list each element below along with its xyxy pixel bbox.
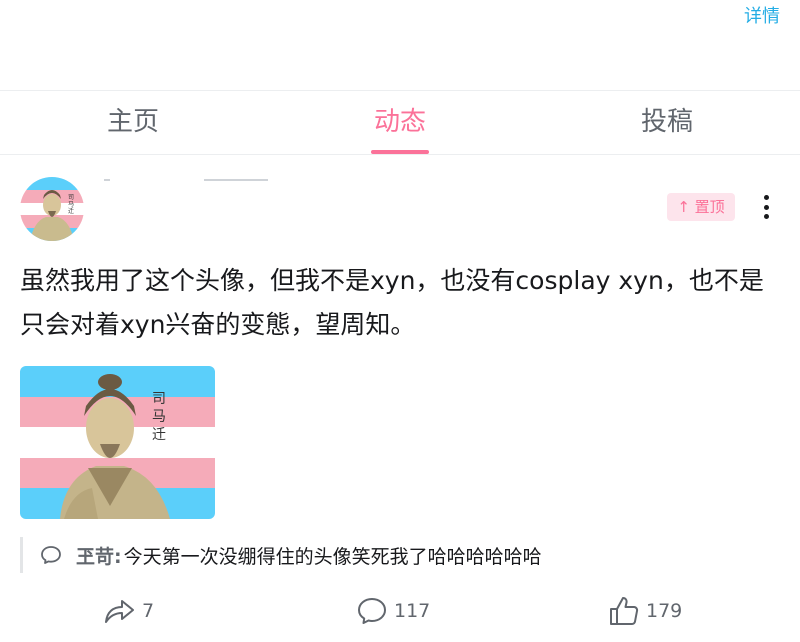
more-dot xyxy=(763,195,769,200)
comment-icon xyxy=(358,598,386,624)
details-link[interactable]: 详情 xyxy=(744,2,780,28)
share-button[interactable]: 7 xyxy=(102,591,154,631)
svg-text:马: 马 xyxy=(68,200,74,208)
tab-dynamics[interactable]: 动态 xyxy=(300,90,500,154)
pin-arrow-icon: ↑ xyxy=(677,198,690,216)
tab-dynamics-label: 动态 xyxy=(373,107,426,137)
post-image[interactable]: 司马迁 xyxy=(20,366,215,519)
like-button[interactable]: 179 xyxy=(608,591,682,631)
tab-home[interactable]: 主页 xyxy=(33,90,233,154)
pinned-badge: ↑ 置顶 xyxy=(667,193,735,221)
more-dot xyxy=(763,204,769,210)
comment-text: 今天第一次没绷得住的头像笑死我了哈哈哈哈哈哈 xyxy=(123,545,542,568)
comment-author[interactable]: 玊苛: xyxy=(76,542,122,569)
top-comment[interactable]: 玊苛: 今天第一次没绷得住的头像笑死我了哈哈哈哈哈哈 xyxy=(20,537,760,573)
author-name-redacted xyxy=(104,175,274,185)
share-icon xyxy=(105,600,134,623)
tab-submissions[interactable]: 投稿 xyxy=(567,90,767,154)
tab-home-label: 主页 xyxy=(106,107,159,137)
pinned-label: 置顶 xyxy=(694,198,725,216)
comment-count: 117 xyxy=(394,600,431,622)
profile-tabs: 主页 动态 投稿 xyxy=(0,90,800,155)
comment-button[interactable]: 117 xyxy=(356,591,430,631)
image-caption: 司马迁 xyxy=(152,391,166,443)
svg-text:司: 司 xyxy=(68,194,74,201)
top-bar: 详情 xyxy=(0,0,800,91)
avatar[interactable]: 司 马 迁 xyxy=(20,177,84,241)
active-tab-indicator xyxy=(371,150,429,154)
more-dot xyxy=(763,214,769,219)
tab-submissions-label: 投稿 xyxy=(640,107,693,137)
post-text: 虽然我用了这个头像，但我不是xyn，也没有cosplay xyn，也不是只会对着… xyxy=(20,266,764,339)
action-bar: 7 117 179 xyxy=(0,591,800,631)
dynamic-post: 司 马 迁 ↑ 置顶 虽然我用了这个头像，但我不是xyn，也没有cosplay … xyxy=(0,155,800,642)
svg-text:迁: 迁 xyxy=(68,207,74,215)
thumbs-up-icon xyxy=(610,597,639,625)
share-count: 7 xyxy=(142,600,155,622)
more-options-button[interactable] xyxy=(756,193,776,221)
comment-bubble-icon xyxy=(41,546,61,564)
like-count: 179 xyxy=(646,600,683,622)
